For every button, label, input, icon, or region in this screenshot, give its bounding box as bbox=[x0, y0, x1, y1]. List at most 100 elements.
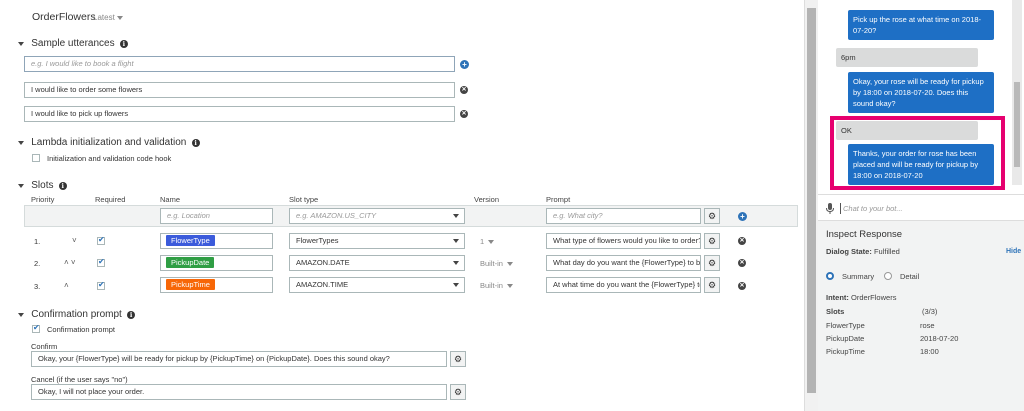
summary-label: Summary bbox=[842, 272, 875, 281]
remove-utterance-button[interactable]: ✕ bbox=[460, 86, 468, 94]
gear-icon[interactable]: ⚙ bbox=[704, 208, 720, 224]
caret-down-icon bbox=[18, 313, 24, 317]
confirm-prompt-input[interactable]: Okay, your {FlowerType} will be ready fo… bbox=[31, 351, 447, 367]
scrollbar-thumb[interactable] bbox=[1014, 82, 1020, 167]
slot-name: PickupDate bbox=[826, 334, 865, 343]
slot-version-select[interactable]: 1 bbox=[480, 237, 495, 246]
slots-section-header[interactable]: Slots i bbox=[18, 180, 67, 191]
intent-title: OrderFlowers bbox=[32, 11, 96, 23]
reorder-chevrons[interactable]: ˄ ˅ bbox=[64, 258, 76, 267]
utterance-item[interactable]: I would like to pick up flowers bbox=[24, 106, 455, 122]
chevron-down-icon bbox=[488, 240, 495, 244]
slots-label: Slots bbox=[826, 307, 845, 316]
bot-message: 6pm bbox=[836, 48, 978, 67]
add-slot-button[interactable]: + bbox=[738, 212, 747, 221]
remove-utterance-button[interactable]: ✕ bbox=[460, 110, 468, 118]
slot-priority: 2. bbox=[34, 259, 41, 268]
hide-link[interactable]: Hide bbox=[1006, 248, 1021, 255]
reorder-chevrons[interactable]: ˄ bbox=[64, 281, 69, 290]
version-selector[interactable]: Latest bbox=[93, 13, 124, 22]
confirmation-section-header[interactable]: Confirmation prompt i bbox=[18, 309, 136, 320]
chevron-down-icon bbox=[453, 214, 459, 218]
slot-name-input[interactable]: PickupTime bbox=[160, 277, 273, 293]
chat-history: Pick up the rose at what time on 2018-07… bbox=[818, 0, 1024, 194]
test-bot-panel: Pick up the rose at what time on 2018-07… bbox=[818, 0, 1024, 411]
info-icon[interactable]: i bbox=[127, 311, 136, 319]
scrollbar-thumb[interactable] bbox=[807, 8, 816, 393]
slot-version-select[interactable]: Built-in bbox=[480, 259, 514, 268]
gear-icon[interactable]: ⚙ bbox=[450, 351, 466, 367]
remove-slot-button[interactable]: ✕ bbox=[738, 282, 746, 290]
caret-down-icon bbox=[18, 42, 24, 46]
info-icon[interactable]: i bbox=[58, 182, 67, 190]
lambda-section-header[interactable]: Lambda initialization and validation i bbox=[18, 137, 200, 148]
lambda-hook-checkbox[interactable] bbox=[32, 154, 40, 162]
gear-icon[interactable]: ⚙ bbox=[704, 255, 720, 271]
chevron-down-icon bbox=[507, 262, 514, 266]
info-icon[interactable]: i bbox=[191, 139, 200, 147]
col-version: Version bbox=[474, 195, 500, 204]
chevron-down-icon bbox=[117, 16, 124, 20]
caret-down-icon bbox=[18, 184, 24, 188]
utterances-heading: Sample utterances bbox=[31, 38, 115, 49]
reorder-chevrons[interactable]: ˅ bbox=[72, 236, 77, 245]
detail-radio[interactable] bbox=[884, 272, 892, 280]
cancel-prompt-input[interactable]: Okay, I will not place your order. bbox=[31, 384, 447, 400]
new-slot-prompt-input[interactable]: e.g. What city? bbox=[546, 208, 701, 224]
chat-input[interactable]: Chat to your bot... bbox=[843, 204, 903, 213]
slot-value: rose bbox=[920, 321, 935, 330]
slot-name-tag: PickupDate bbox=[166, 257, 215, 268]
lambda-hook-label: Initialization and validation code hook bbox=[47, 154, 172, 163]
slot-priority: 3. bbox=[34, 282, 41, 291]
chat-input-bar: Chat to your bot... bbox=[818, 194, 1024, 221]
slot-required-checkbox[interactable] bbox=[97, 235, 105, 245]
slot-value: 18:00 bbox=[920, 347, 939, 356]
slot-required-checkbox[interactable] bbox=[97, 280, 105, 290]
utterance-input[interactable]: e.g. I would like to book a flight bbox=[24, 56, 455, 72]
microphone-icon[interactable] bbox=[826, 203, 834, 214]
chat-scrollbar[interactable] bbox=[1012, 0, 1022, 185]
col-prompt: Prompt bbox=[546, 195, 571, 204]
version-label: Latest bbox=[93, 13, 115, 22]
confirmation-checkbox[interactable] bbox=[32, 323, 40, 333]
gear-icon[interactable]: ⚙ bbox=[450, 384, 466, 400]
new-slot-name-input[interactable]: e.g. Location bbox=[160, 208, 273, 224]
intent-editor: OrderFlowers Latest Sample utterances i … bbox=[0, 0, 805, 411]
main-scrollbar[interactable] bbox=[805, 0, 818, 411]
new-slot-type-select[interactable]: e.g. AMAZON.US_CITY bbox=[289, 208, 465, 224]
col-priority: Priority bbox=[31, 195, 55, 204]
info-icon[interactable]: i bbox=[119, 40, 128, 48]
col-slot-type: Slot type bbox=[289, 195, 319, 204]
slot-name-input[interactable]: FlowerType bbox=[160, 233, 273, 249]
slot-name-input[interactable]: PickupDate bbox=[160, 255, 273, 271]
slot-required-checkbox[interactable] bbox=[97, 257, 105, 267]
slot-type-select[interactable]: FlowerTypes bbox=[289, 233, 465, 249]
highlight-box bbox=[830, 116, 1005, 190]
slot-type-select[interactable]: AMAZON.TIME bbox=[289, 277, 465, 293]
slot-prompt-input[interactable]: What type of flowers would you like to o… bbox=[546, 233, 701, 249]
slot-version-select[interactable]: Built-in bbox=[480, 281, 514, 290]
gear-icon[interactable]: ⚙ bbox=[704, 277, 720, 293]
col-name: Name bbox=[160, 195, 181, 204]
add-utterance-button[interactable]: + bbox=[460, 60, 469, 69]
slot-value: 2018-07-20 bbox=[920, 334, 959, 343]
utterances-section-header[interactable]: Sample utterances i bbox=[18, 38, 128, 49]
cancel-label: Cancel (if the user says "no") bbox=[31, 375, 128, 384]
slot-prompt-input[interactable]: What day do you want the {FlowerType} to… bbox=[546, 255, 701, 271]
slot-type-select[interactable]: AMAZON.DATE bbox=[289, 255, 465, 271]
remove-slot-button[interactable]: ✕ bbox=[738, 237, 746, 245]
slot-name: PickupTime bbox=[826, 347, 865, 356]
gear-icon[interactable]: ⚙ bbox=[704, 233, 720, 249]
slot-name: FlowerType bbox=[826, 321, 865, 330]
lambda-heading: Lambda initialization and validation bbox=[31, 137, 187, 148]
inspect-title: Inspect Response bbox=[826, 229, 903, 240]
confirmation-heading: Confirmation prompt bbox=[31, 309, 122, 320]
remove-slot-button[interactable]: ✕ bbox=[738, 259, 746, 267]
slot-prompt-input[interactable]: At what time do you want the {FlowerType… bbox=[546, 277, 701, 293]
confirm-label: Confirm bbox=[31, 342, 58, 351]
summary-radio[interactable] bbox=[826, 272, 834, 280]
chevron-down-icon bbox=[507, 284, 514, 288]
text-cursor bbox=[840, 203, 841, 214]
user-message: Pick up the rose at what time on 2018-07… bbox=[848, 10, 994, 40]
utterance-item[interactable]: I would like to order some flowers bbox=[24, 82, 455, 98]
